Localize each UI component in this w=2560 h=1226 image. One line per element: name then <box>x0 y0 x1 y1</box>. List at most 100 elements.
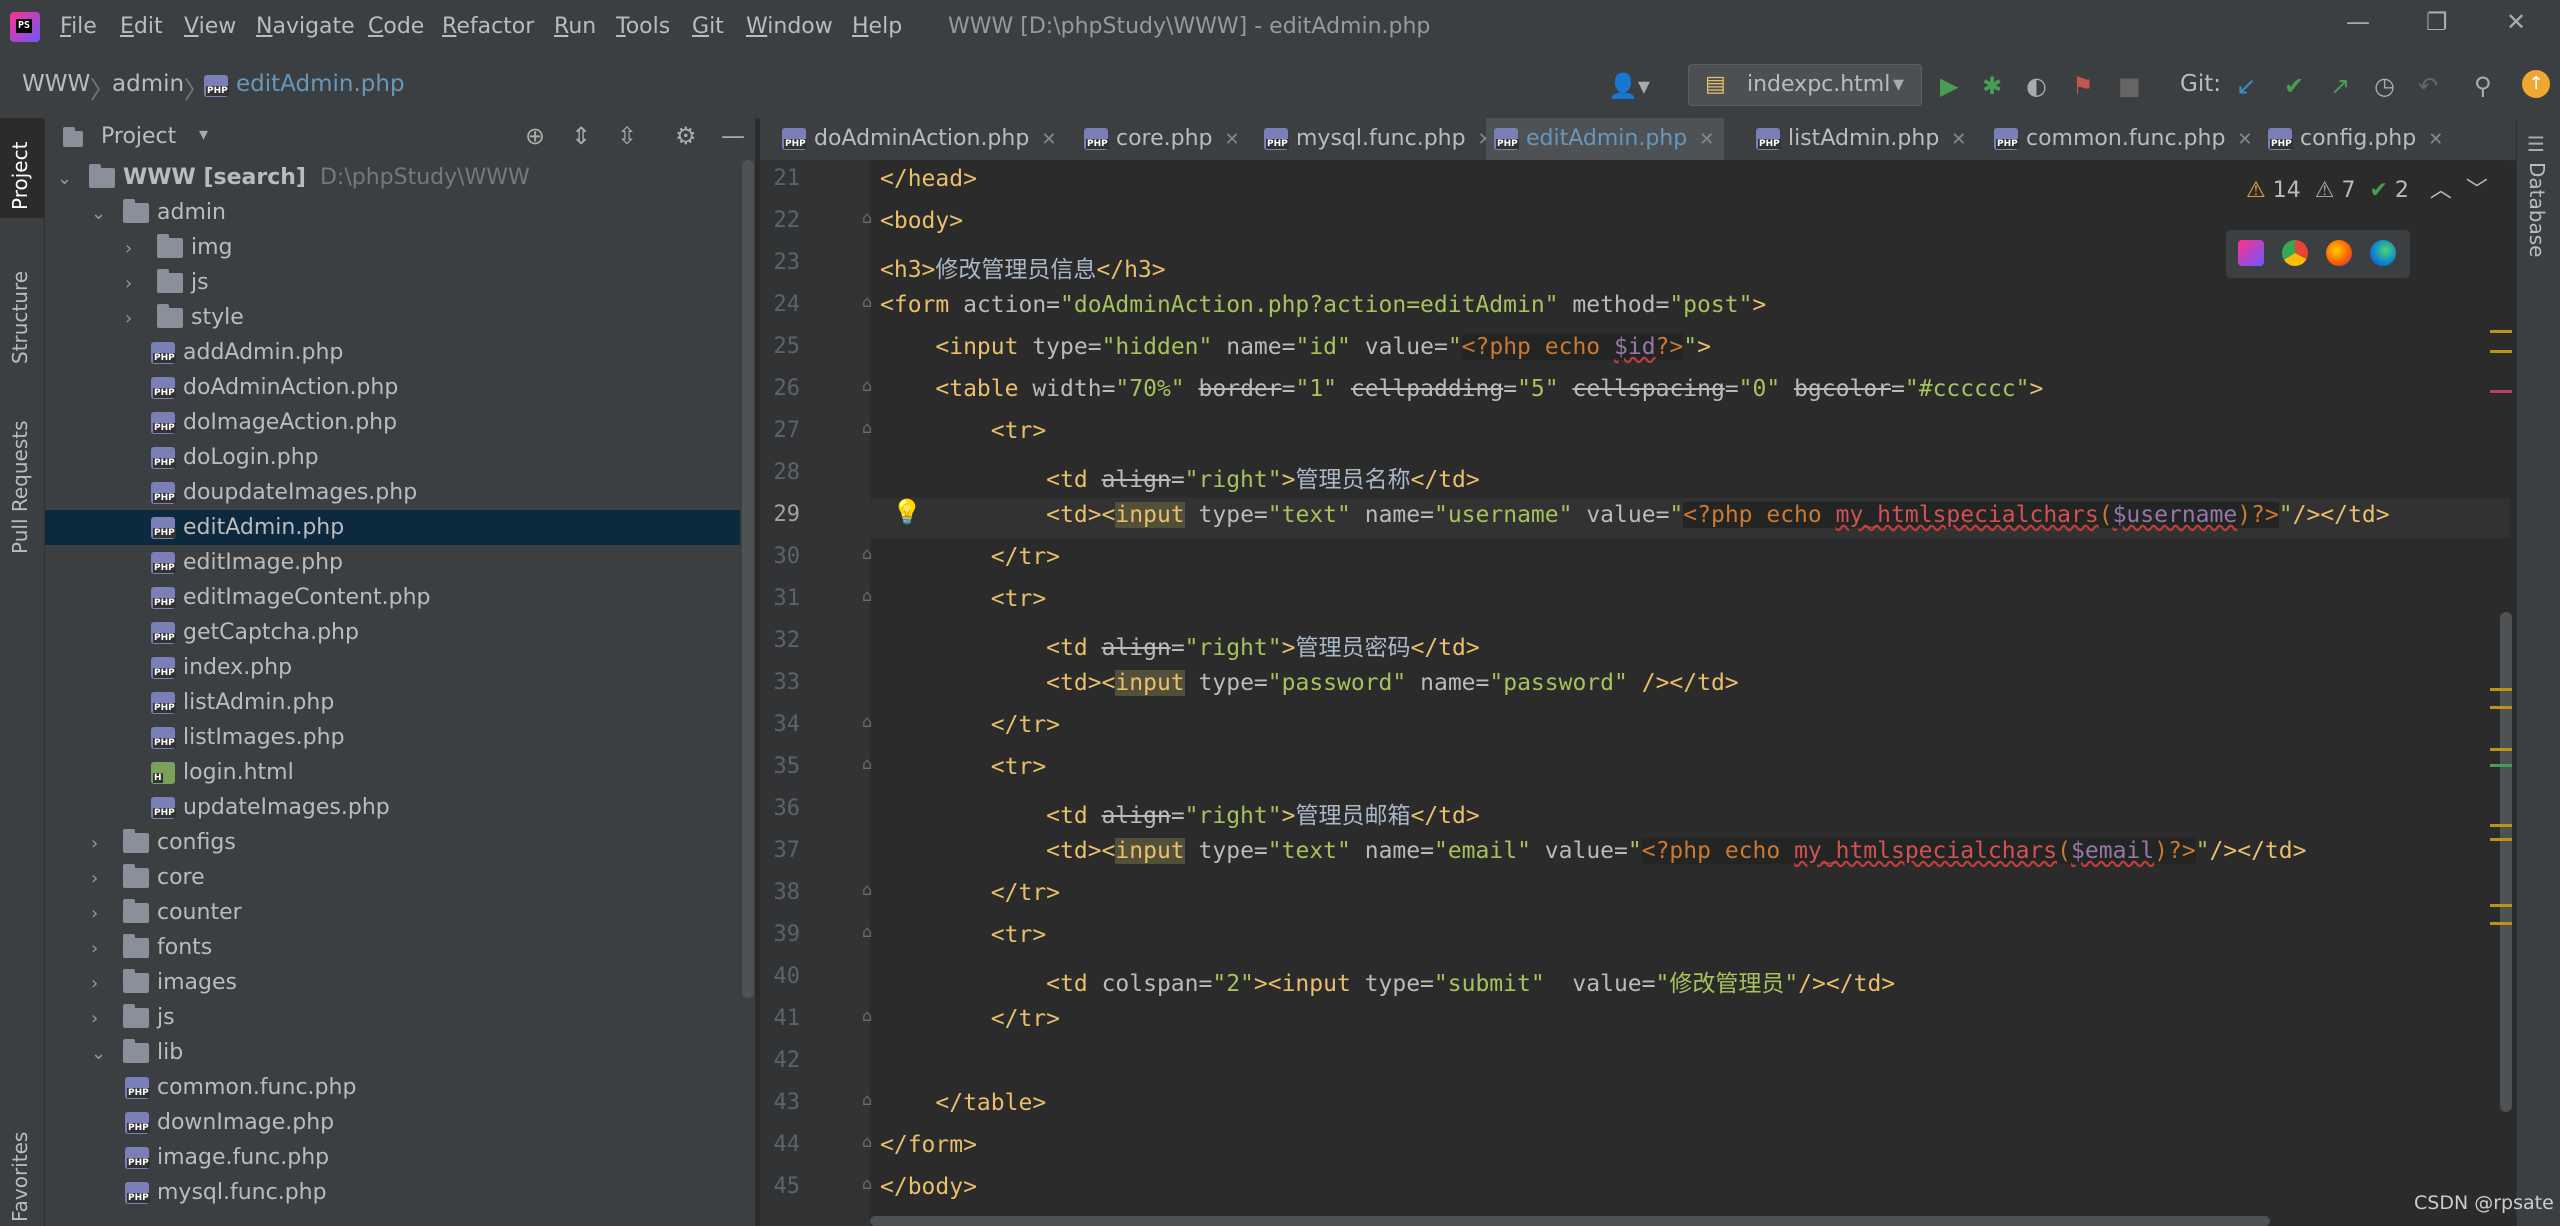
warning-stripe-mark[interactable] <box>2490 688 2512 691</box>
tree-file[interactable]: PHP doAdminAction.php <box>45 370 740 405</box>
close-tab-icon[interactable]: ✕ <box>1225 129 1240 150</box>
chrome-icon[interactable] <box>2282 240 2308 266</box>
code-line[interactable]: </form> <box>880 1132 977 1158</box>
error-stripe-mark[interactable] <box>2490 390 2512 393</box>
project-panel-title[interactable]: Project <box>101 124 176 149</box>
inspection-widget[interactable]: ⚠ 14 ⚠ 7 ✔ 2 ︿ ﹀ <box>2246 172 2488 204</box>
tree-folder[interactable]: › core <box>45 860 740 895</box>
project-tool-tab[interactable]: Project <box>8 142 32 210</box>
tree-folder[interactable]: ⌄ WWW [search] D:\phpStudy\WWW <box>45 160 740 195</box>
run-configuration-select[interactable]: ▤ indexpc.html ▾ <box>1688 64 1922 106</box>
chevron-right-icon[interactable]: › <box>91 1001 111 1036</box>
tree-file[interactable]: PHP common.func.php <box>45 1070 740 1105</box>
menu-tools[interactable]: Tools <box>616 14 670 39</box>
pull-requests-tool-tab[interactable]: Pull Requests <box>8 420 32 554</box>
restore-icon[interactable]: ❐ <box>2426 8 2448 36</box>
code-line[interactable]: </head> <box>880 166 977 192</box>
menu-refactor[interactable]: Refactor <box>442 14 534 39</box>
tree-file[interactable]: PHP doupdateImages.php <box>45 475 740 510</box>
structure-tool-tab[interactable]: Structure <box>8 271 32 364</box>
tree-folder[interactable]: › images <box>45 965 740 1000</box>
code-line[interactable]: <tr> <box>880 586 1046 612</box>
tree-folder[interactable]: ⌄ admin <box>45 195 740 230</box>
menu-run[interactable]: Run <box>554 14 596 39</box>
chevron-right-icon[interactable]: › <box>91 966 111 1001</box>
fold-marker-icon[interactable]: ⌂ <box>862 208 872 227</box>
code-line[interactable]: <table width="70%" border="1" cellpaddin… <box>880 376 2043 402</box>
chevron-right-icon[interactable]: › <box>91 826 111 861</box>
menu-edit[interactable]: Edit <box>120 14 163 39</box>
code-line[interactable]: <td align="right">管理员名称</td> <box>880 460 1480 494</box>
fold-marker-icon[interactable]: ⌂ <box>862 1006 872 1025</box>
breadcrumb-folder[interactable]: admin <box>112 71 184 97</box>
code-line[interactable]: <td><input type="text" name="email" valu… <box>880 838 2306 864</box>
tree-file[interactable]: PHP getCaptcha.php <box>45 615 740 650</box>
code-line[interactable]: </tr> <box>880 712 1060 738</box>
tree-folder[interactable]: › style <box>45 300 740 335</box>
tree-folder[interactable]: ⌄ lib <box>45 1035 740 1070</box>
ide-update-icon[interactable]: ↑ <box>2522 70 2550 98</box>
code-line[interactable]: <td align="right">管理员邮箱</td> <box>880 796 1480 830</box>
menu-view[interactable]: View <box>184 14 236 39</box>
code-line[interactable]: </body> <box>880 1174 977 1200</box>
close-tab-icon[interactable]: ✕ <box>1951 129 1966 150</box>
code-line[interactable]: <tr> <box>880 922 1046 948</box>
fold-marker-icon[interactable]: ⌂ <box>862 1090 872 1109</box>
editor-tab[interactable]: PHP config.php ✕ <box>2260 118 2453 160</box>
tree-file[interactable]: PHP mysql.func.php <box>45 1175 740 1210</box>
close-tab-icon[interactable]: ✕ <box>1699 129 1714 150</box>
chevron-down-icon[interactable]: ﹀ <box>2466 178 2488 203</box>
tree-file[interactable]: Hlogin.html <box>45 755 740 790</box>
history-icon[interactable]: ◷ <box>2374 72 2395 100</box>
editor-tab[interactable]: PHP editAdmin.php ✕ <box>1486 118 1725 164</box>
breadcrumb-root[interactable]: WWW <box>22 71 90 97</box>
warning-stripe-mark[interactable] <box>2490 838 2512 841</box>
tree-file[interactable]: PHP downImage.php <box>45 1105 740 1140</box>
chevron-down-icon[interactable]: ⌄ <box>91 196 111 231</box>
editor-tab[interactable]: PHP listAdmin.php ✕ <box>1748 118 1976 160</box>
user-icon[interactable]: 👤▾ <box>1608 72 1650 100</box>
tree-folder[interactable]: › configs <box>45 825 740 860</box>
fold-marker-icon[interactable]: ⌂ <box>862 712 872 731</box>
menu-code[interactable]: Code <box>368 14 424 39</box>
fold-marker-icon[interactable]: ⌂ <box>862 418 872 437</box>
git-update-icon[interactable]: ↙ <box>2236 72 2256 100</box>
warning-stripe-mark[interactable] <box>2490 748 2512 751</box>
code-line[interactable]: <td><input type="text" name="username" v… <box>880 502 2390 528</box>
chevron-right-icon[interactable]: › <box>125 266 145 301</box>
firefox-icon[interactable] <box>2326 240 2352 266</box>
code-line[interactable]: <tr> <box>880 418 1046 444</box>
tree-folder[interactable]: › fonts <box>45 930 740 965</box>
code-line[interactable]: <td><input type="password" name="passwor… <box>880 670 1739 696</box>
locate-file-icon[interactable]: ⊕ <box>525 122 545 150</box>
ok-stripe-mark[interactable] <box>2490 764 2512 767</box>
warning-stripe-mark[interactable] <box>2490 350 2512 353</box>
tree-file[interactable]: PHP index.php <box>45 650 740 685</box>
menu-help[interactable]: Help <box>852 14 902 39</box>
close-tab-icon[interactable]: ✕ <box>1041 129 1056 150</box>
warning-stripe-mark[interactable] <box>2490 706 2512 709</box>
chevron-right-icon[interactable]: › <box>125 301 145 336</box>
tree-file[interactable]: PHP editImage.php <box>45 545 740 580</box>
phpstorm-browser-icon[interactable] <box>2238 240 2264 266</box>
editor-tab[interactable]: PHP doAdminAction.php ✕ <box>774 118 1066 160</box>
fold-marker-icon[interactable]: ⌂ <box>862 880 872 899</box>
tree-file[interactable]: PHP doLogin.php <box>45 440 740 475</box>
fold-marker-icon[interactable]: ⌂ <box>862 1132 872 1151</box>
tree-folder[interactable]: › counter <box>45 895 740 930</box>
tree-folder[interactable]: › js <box>45 265 740 300</box>
search-icon[interactable]: ⚲ <box>2474 72 2492 100</box>
editor-tab[interactable]: PHP common.func.php ✕ <box>1986 118 2263 160</box>
menu-git[interactable]: Git <box>692 14 724 39</box>
chevron-down-icon[interactable]: ▾ <box>199 124 208 145</box>
fold-marker-icon[interactable]: ⌂ <box>862 376 872 395</box>
chevron-right-icon[interactable]: › <box>91 861 111 896</box>
warning-stripe-mark[interactable] <box>2490 922 2512 925</box>
close-tab-icon[interactable]: ✕ <box>2237 129 2252 150</box>
debug-icon[interactable]: ✱ <box>1982 72 2002 100</box>
chevron-down-icon[interactable]: ⌄ <box>57 161 77 196</box>
tree-file[interactable]: PHP editAdmin.php <box>45 510 740 545</box>
tree-file[interactable]: PHP updateImages.php <box>45 790 740 825</box>
code-line[interactable]: <input type="hidden" name="id" value="<?… <box>880 334 1711 360</box>
code-line[interactable]: </tr> <box>880 1006 1060 1032</box>
